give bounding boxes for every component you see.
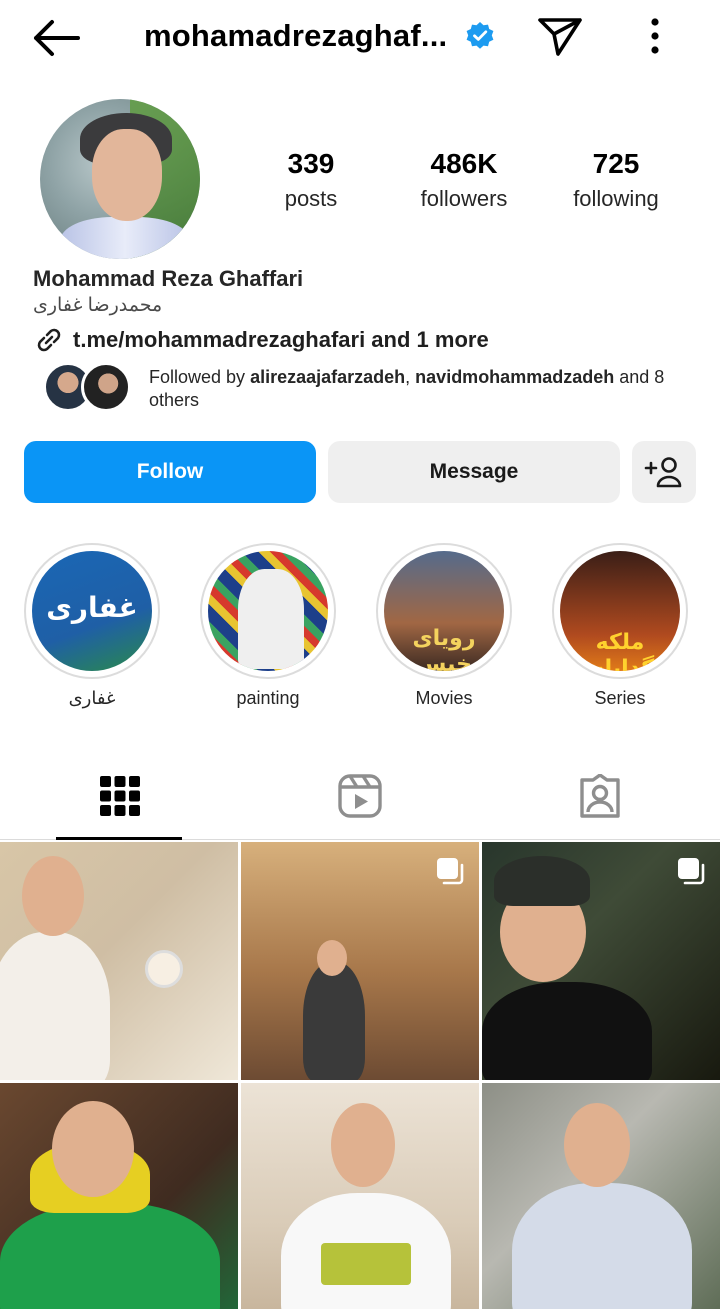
profile-name: Mohammad Reza Ghaffari xyxy=(33,266,304,291)
posts-count: 339 xyxy=(287,148,335,179)
post-subject-head xyxy=(22,856,84,936)
highlight-ring: غفاری xyxy=(24,543,160,679)
highlight-cover xyxy=(208,551,328,671)
story-highlights: غفاری غفاری painting رویای خیس Movies مل… xyxy=(0,543,720,713)
followers-count: 486K xyxy=(430,148,498,179)
active-tab-indicator xyxy=(56,837,182,840)
following-label: following xyxy=(573,186,659,211)
post-subject xyxy=(0,1203,220,1309)
post-thumbnail[interactable] xyxy=(241,842,479,1080)
reels-icon xyxy=(338,774,382,818)
post-cake xyxy=(145,950,183,988)
following-count: 725 xyxy=(592,148,640,179)
profile-avatar[interactable] xyxy=(40,99,200,259)
send-message-icon[interactable] xyxy=(534,12,586,60)
highlight-label: Series xyxy=(594,688,646,708)
highlight-item[interactable]: painting xyxy=(200,543,336,709)
tab-tagged[interactable] xyxy=(480,752,720,840)
more-options-icon[interactable] xyxy=(640,14,670,58)
post-cap xyxy=(494,856,590,906)
highlight-label: غفاری xyxy=(68,688,116,708)
mutual-avatar xyxy=(81,362,131,412)
post-thumbnail[interactable] xyxy=(482,1083,720,1309)
link-icon xyxy=(37,328,61,352)
highlight-label: painting xyxy=(236,688,300,708)
followers-stat[interactable]: 486K followers xyxy=(384,148,544,212)
post-subject xyxy=(0,932,110,1080)
post-subject-head xyxy=(317,940,347,976)
tagged-icon xyxy=(580,774,620,818)
highlight-item[interactable]: ملکه گدایان Series xyxy=(552,543,688,709)
highlight-ring: ملکه گدایان xyxy=(552,543,688,679)
avatar-face xyxy=(92,129,162,221)
post-thumbnail[interactable] xyxy=(0,1083,238,1309)
profile-tabs xyxy=(0,752,720,840)
multiple-photos-icon xyxy=(437,858,464,885)
highlight-cover-text: غفاری xyxy=(46,592,138,623)
tab-reels[interactable] xyxy=(240,752,480,840)
highlight-cover-text: ملکه گدایان xyxy=(585,629,655,671)
profile-link[interactable]: t.me/mohammadrezaghafari and 1 more xyxy=(33,325,489,355)
followed-by-separator: , xyxy=(405,367,416,387)
highlight-ring: رویای خیس xyxy=(376,543,512,679)
tab-grid[interactable] xyxy=(0,752,240,840)
highlight-item[interactable]: رویای خیس Movies xyxy=(376,543,512,709)
highlight-cover-text: رویای خیس xyxy=(412,625,476,671)
post-thumbnail[interactable] xyxy=(0,842,238,1080)
message-button[interactable]: Message xyxy=(328,441,620,503)
grid-icon xyxy=(100,776,140,816)
verified-badge-icon xyxy=(466,22,494,49)
profile-persian-name: محمدرضا غفاری xyxy=(33,295,163,316)
mutual-user-2[interactable]: navidmohammadzadeh xyxy=(415,367,614,387)
back-arrow-icon[interactable] xyxy=(30,16,82,60)
profile-link-text[interactable]: t.me/mohammadrezaghafari and 1 more xyxy=(73,327,489,353)
mutual-user-1[interactable]: alirezaajafarzadeh xyxy=(250,367,405,387)
post-shirt-logo xyxy=(321,1243,411,1285)
suggested-accounts-button[interactable] xyxy=(632,441,696,503)
post-thumbnail[interactable] xyxy=(482,842,720,1080)
followed-by-prefix: Followed by xyxy=(149,367,251,387)
highlight-cover: رویای خیس xyxy=(384,551,504,671)
username-header: mohamadrezaghaf... xyxy=(144,14,495,58)
following-stat[interactable]: 725 following xyxy=(536,148,696,212)
multiple-photos-icon xyxy=(678,858,705,885)
highlight-cover: غفاری xyxy=(32,551,152,671)
post-subject-head xyxy=(564,1103,630,1187)
highlight-label: Movies xyxy=(415,688,473,708)
posts-stat[interactable]: 339 posts xyxy=(231,148,391,212)
posts-grid xyxy=(0,842,720,1309)
top-bar: mohamadrezaghaf... xyxy=(0,0,720,76)
post-subject-head xyxy=(331,1103,395,1187)
posts-label: posts xyxy=(284,186,338,211)
post-subject-head xyxy=(52,1101,134,1197)
highlight-cover: ملکه گدایان xyxy=(560,551,680,671)
followers-label: followers xyxy=(420,186,508,211)
username-title: mohamadrezaghaf... xyxy=(144,18,448,53)
post-subject xyxy=(512,1183,692,1309)
post-subject xyxy=(303,962,365,1080)
mutual-followers-text: Followed by alirezaajafarzadeh, navidmoh… xyxy=(149,366,699,412)
follow-button[interactable]: Follow xyxy=(24,441,316,503)
highlight-ring xyxy=(200,543,336,679)
add-person-icon xyxy=(644,457,682,488)
post-subject xyxy=(482,982,652,1080)
highlight-item[interactable]: غفاری غفاری xyxy=(24,543,160,709)
mutual-followers[interactable]: Followed by alirezaajafarzadeh, navidmoh… xyxy=(43,362,703,418)
avatar-shirt xyxy=(60,217,190,259)
post-thumbnail[interactable] xyxy=(241,1083,479,1309)
highlight-cover-art xyxy=(238,569,304,669)
